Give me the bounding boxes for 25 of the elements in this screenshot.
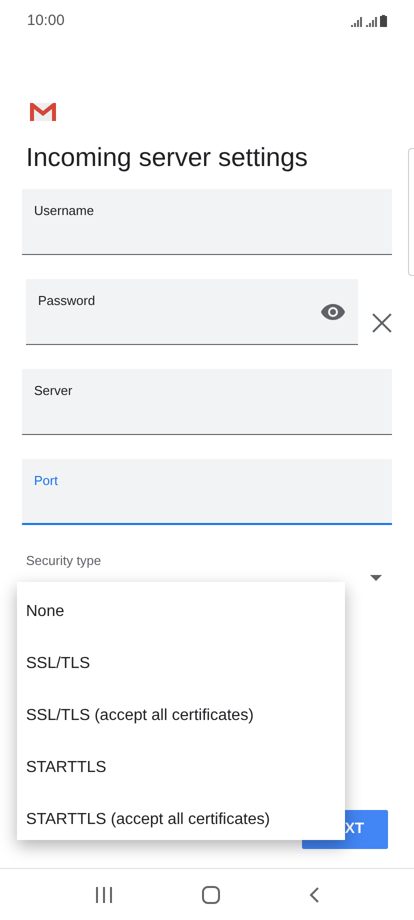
field-label: Password — [38, 292, 96, 310]
input-field[interactable]: Username — [22, 189, 392, 255]
back-icon[interactable] — [309, 886, 320, 902]
dropdown-caret-icon[interactable] — [370, 575, 382, 581]
password-field[interactable]: Password — [26, 279, 358, 345]
page-title: Incoming server settings — [26, 141, 309, 173]
menu-item[interactable]: SSL/TLS (accept all certificates) — [17, 690, 345, 742]
mail-logo-icon — [30, 103, 56, 121]
field-label: Port — [34, 472, 58, 490]
menu-item[interactable]: None — [17, 586, 345, 638]
field-label: Security type — [26, 552, 102, 570]
menu-item[interactable]: STARTTLS — [17, 742, 345, 794]
home-icon[interactable] — [202, 886, 220, 904]
field-label: Server — [34, 382, 72, 400]
signal-icon — [365, 17, 377, 27]
field-label: Username — [34, 202, 94, 220]
eye-icon[interactable] — [320, 303, 346, 321]
battery-icon — [380, 15, 387, 27]
menu-item[interactable]: SSL/TLS — [17, 638, 345, 690]
recent-apps-icon[interactable] — [94, 886, 113, 902]
input-field[interactable]: Port — [22, 459, 392, 525]
signal-icon — [350, 17, 362, 27]
close-icon[interactable] — [372, 313, 392, 333]
status-time: 10:00 — [27, 10, 65, 31]
input-field[interactable]: Server — [22, 369, 392, 435]
